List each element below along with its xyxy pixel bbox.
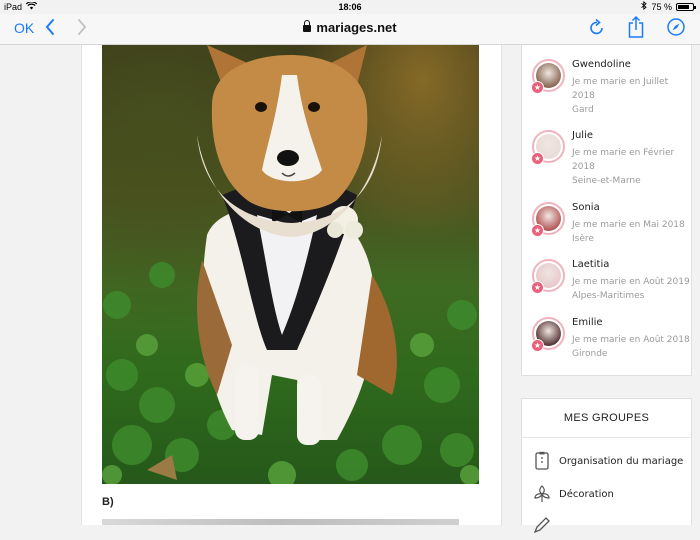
share-icon[interactable] xyxy=(627,15,645,44)
photo-caption: B) xyxy=(102,496,114,508)
member-item[interactable]: ★ Laetitia Je me marie en Août 2019 Alpes… xyxy=(531,259,692,315)
bluetooth-icon xyxy=(641,1,648,12)
star-badge-icon: ★ xyxy=(531,81,544,94)
member-item[interactable]: ★ Julie Je me marie en Février 2018 Seine-… xyxy=(531,130,692,186)
url-text: mariages.net xyxy=(316,20,397,35)
group-label: Décoration xyxy=(559,488,614,500)
dog-photo xyxy=(102,45,479,484)
star-badge-icon: ★ xyxy=(531,281,544,294)
member-info: Je me marie en Août 2019 Alpes-Maritimes xyxy=(572,277,690,301)
member-item[interactable]: ★ Gwendoline Je me marie en Juillet 2018 G… xyxy=(531,59,692,115)
compass-icon[interactable] xyxy=(666,17,686,42)
group-item-decoration[interactable]: Décoration xyxy=(532,484,614,504)
clock: 18:06 xyxy=(338,2,362,12)
next-photo xyxy=(102,519,459,525)
flower-decoration-icon xyxy=(532,484,552,504)
member-info: Je me marie en Août 2018 Gironde xyxy=(572,335,690,359)
star-badge-icon: ★ xyxy=(531,339,544,352)
member-name[interactable]: Julie xyxy=(572,130,593,141)
member-info: Je me marie en Février 2018 Seine-et-Marne xyxy=(572,148,675,186)
member-info: Je me marie en Juillet 2018 Gard xyxy=(572,77,669,115)
group-item-organisation[interactable]: Organisation du mariage xyxy=(532,451,683,471)
lock-icon xyxy=(303,20,312,32)
group-label: Organisation du mariage xyxy=(559,455,684,467)
browser-toolbar: OK mariages.net xyxy=(0,14,700,45)
pen-icon xyxy=(532,515,552,535)
star-badge-icon: ★ xyxy=(531,152,544,165)
member-name[interactable]: Sonia xyxy=(572,202,600,213)
battery-icon xyxy=(676,2,696,11)
page: B) ★ Gwendoline Je me marie en Juillet 20… xyxy=(0,45,700,534)
member-item[interactable]: ★ Emilie Je me marie en Août 2018 Gironde xyxy=(531,317,692,373)
members-card: ★ Gwendoline Je me marie en Juillet 2018 G… xyxy=(521,45,692,376)
groups-title: MES GROUPES xyxy=(522,399,691,438)
group-item-partial[interactable] xyxy=(532,515,559,535)
member-name[interactable]: Laetitia xyxy=(572,259,609,270)
status-bar: iPad 18:06 75 % xyxy=(0,0,700,14)
reload-icon[interactable] xyxy=(589,18,605,41)
star-badge-icon: ★ xyxy=(531,224,544,237)
member-name[interactable]: Emilie xyxy=(572,317,603,328)
article-column: B) xyxy=(81,45,502,525)
member-item[interactable]: ★ Sonia Je me marie en Mai 2018 Isère xyxy=(531,202,692,258)
battery-percent: 75 % xyxy=(651,1,672,12)
member-name[interactable]: Gwendoline xyxy=(572,59,631,70)
member-info: Je me marie en Mai 2018 Isère xyxy=(572,220,685,244)
checklist-icon xyxy=(532,451,552,471)
groups-card: MES GROUPES Organisation du mariage Déco… xyxy=(521,398,692,534)
